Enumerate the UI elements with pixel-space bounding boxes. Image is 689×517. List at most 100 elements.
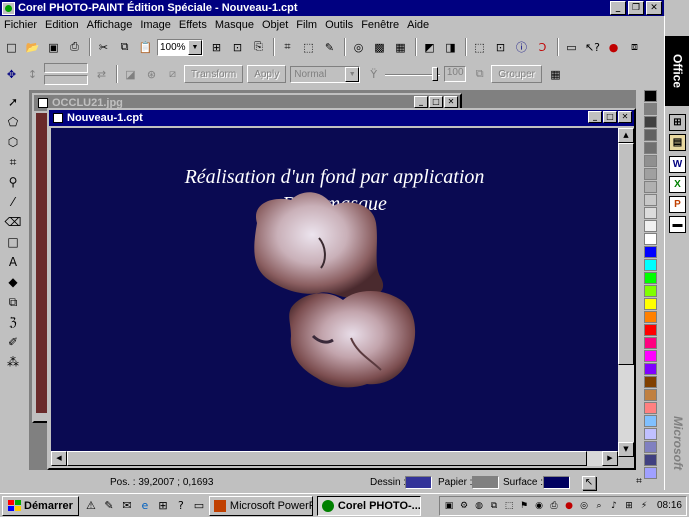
menu-affichage[interactable]: Affichage (87, 19, 133, 31)
clock[interactable]: 08:16 (657, 500, 682, 511)
palette-swatch[interactable] (644, 311, 657, 323)
quicklaunch-desktop-icon[interactable]: ▭ (191, 498, 207, 514)
quicklaunch-ie-icon[interactable]: e (137, 498, 153, 514)
menu-fichier[interactable]: Fichier (4, 19, 37, 31)
tray-icon-11[interactable]: ⌕ (593, 500, 605, 512)
text-tool-icon[interactable]: A (2, 253, 24, 271)
menu-masque[interactable]: Masque (215, 19, 254, 31)
print-icon[interactable]: ⎙ (65, 38, 84, 57)
rectangle-mask-icon[interactable]: ⬚ (299, 38, 318, 57)
vertical-scrollbar[interactable]: ▲ ▼ (618, 128, 634, 457)
image-canvas[interactable]: Réalisation d'un fond par application D'… (51, 128, 618, 457)
color-icon[interactable]: Ↄ (533, 38, 552, 57)
palette-swatch[interactable] (644, 155, 657, 167)
tray-icon-8[interactable]: ⎙ (548, 500, 560, 512)
chevron-down-icon[interactable]: ▼ (345, 66, 360, 82)
palette-swatch[interactable] (644, 194, 657, 206)
minimize-button[interactable]: _ (414, 96, 428, 108)
monitor-icon[interactable]: ▭ (562, 38, 581, 57)
office-app-icon[interactable]: ⊞ (669, 114, 686, 131)
task-powerpoint[interactable]: Microsoft PowerPo... (208, 495, 313, 516)
menu-fenetre[interactable]: Fenêtre (361, 19, 399, 31)
palette-swatch[interactable] (644, 285, 657, 297)
crop-icon[interactable]: ⌗ (278, 38, 297, 57)
rotate-icon[interactable]: ⊛ (142, 65, 161, 84)
tray-icon-10[interactable]: ◎ (578, 500, 590, 512)
close-button[interactable]: ✕ (444, 96, 458, 108)
maximize-button[interactable]: □ (603, 111, 617, 123)
effect-tool-icon[interactable]: ℨ (2, 313, 24, 331)
quicklaunch-network-icon[interactable]: ⊞ (155, 498, 171, 514)
zoom-select[interactable]: 100% ▼ (157, 38, 203, 56)
roll-up-icon[interactable]: ⧈ (625, 38, 644, 57)
task-photopaint[interactable]: Corel PHOTO-... (316, 495, 421, 516)
opacity-value[interactable]: 100 (444, 66, 467, 82)
mask-circle-icon[interactable]: ◎ (349, 38, 368, 57)
palette-swatch[interactable] (644, 363, 657, 375)
surface-color-swatch[interactable] (543, 476, 570, 489)
mask-select-icon[interactable]: ⊡ (491, 38, 510, 57)
fullscreen-icon[interactable]: ⊡ (228, 38, 247, 57)
close-button[interactable]: ✕ (618, 111, 632, 123)
palette-swatch[interactable] (644, 103, 657, 115)
tray-icon-6[interactable]: ⚑ (518, 500, 530, 512)
tray-icon-14[interactable]: ⚡ (638, 500, 650, 512)
palette-swatch[interactable] (644, 233, 657, 245)
scroll-left-icon[interactable]: ◀ (51, 451, 67, 466)
palette-swatch[interactable] (644, 350, 657, 362)
menu-outils[interactable]: Outils (325, 19, 353, 31)
horizontal-scrollbar[interactable]: ◀ ▶ (51, 451, 618, 466)
mask-tool-icon[interactable]: ⬠ (2, 113, 24, 131)
edit-icon[interactable]: ✎ (320, 38, 339, 57)
office-label[interactable]: Office (665, 36, 689, 106)
papier-color-swatch[interactable] (472, 476, 499, 489)
open-folder-icon[interactable]: 📂 (23, 38, 42, 57)
grid-icon[interactable]: ▦ (546, 65, 565, 84)
nudge-icon[interactable]: ⇄ (92, 65, 111, 84)
transform-icon[interactable]: ◪ (121, 65, 140, 84)
scroll-down-icon[interactable]: ▼ (618, 442, 634, 457)
palette-swatch[interactable] (644, 376, 657, 388)
crop-tool-icon[interactable]: ⌗ (2, 153, 24, 171)
palette-swatch[interactable] (644, 337, 657, 349)
tray-icon-5[interactable]: ⬚ (503, 500, 515, 512)
palette-swatch[interactable] (644, 129, 657, 141)
mask-transform-icon[interactable]: ⬡ (2, 133, 24, 151)
palette-swatch[interactable] (644, 116, 657, 128)
new-file-icon[interactable]: □ (2, 38, 21, 57)
palette-swatch[interactable] (644, 402, 657, 414)
start-button[interactable]: Démarrer (2, 495, 79, 516)
info-icon[interactable]: ⓘ (512, 38, 531, 57)
app-icon[interactable] (2, 1, 15, 15)
mask-pattern-icon[interactable]: ▦ (391, 38, 410, 57)
menu-film[interactable]: Film (296, 19, 317, 31)
rectangle-tool-icon[interactable]: □ (2, 233, 24, 251)
opacity-slider[interactable] (385, 66, 441, 83)
menu-edition[interactable]: Edition (45, 19, 79, 31)
zoom-fit-icon[interactable]: ⊞ (207, 38, 226, 57)
tray-icon-1[interactable]: ▣ (443, 500, 455, 512)
dessin-color-swatch[interactable] (405, 476, 432, 489)
object-icon[interactable]: ◨ (441, 38, 460, 57)
minimize-button[interactable]: _ (588, 111, 602, 123)
tray-icon-3[interactable]: ◍ (473, 500, 485, 512)
x-coordinate-field[interactable] (44, 63, 88, 73)
clone-tool-icon[interactable]: ⧉ (2, 293, 24, 311)
excel-icon[interactable]: X (669, 176, 686, 193)
scroll-thumb[interactable] (618, 143, 634, 365)
fill-tool-icon[interactable]: ◆ (2, 273, 24, 291)
chevron-down-icon[interactable]: ▼ (188, 39, 202, 55)
tray-icon-12[interactable]: ♪ (608, 500, 620, 512)
palette-swatch[interactable] (644, 389, 657, 401)
transform-button[interactable]: Transform (184, 65, 244, 83)
menu-image[interactable]: Image (140, 19, 171, 31)
scanner-icon[interactable]: ⎘ (249, 38, 268, 57)
quicklaunch-warning-icon[interactable]: ⚠ (83, 498, 99, 514)
paste-icon[interactable]: 📋 (136, 38, 155, 57)
group-icon[interactable]: ⧉ (470, 65, 489, 84)
apple-icon[interactable]: ● (604, 38, 623, 57)
paint-tool-icon[interactable]: ✐ (2, 333, 24, 351)
palette-swatch[interactable] (644, 220, 657, 232)
zoom-tool-icon[interactable]: ⚲ (2, 173, 24, 191)
object-pick-icon[interactable]: ◩ (420, 38, 439, 57)
